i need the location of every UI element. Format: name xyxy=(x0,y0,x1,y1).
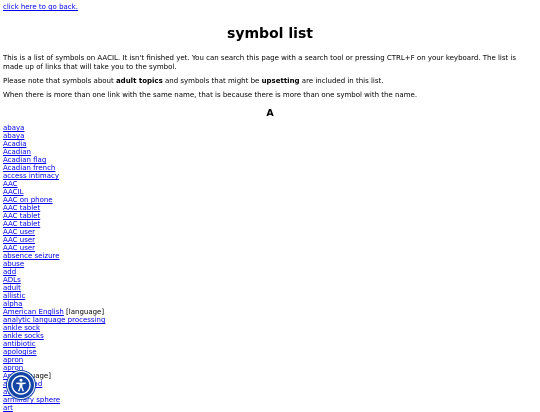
symbol-link[interactable]: antibiotic xyxy=(3,340,36,348)
list-item: AAC tablet xyxy=(3,212,537,220)
symbol-link[interactable]: adult xyxy=(3,284,21,292)
symbol-link[interactable]: AAC tablet xyxy=(3,212,40,220)
symbol-link[interactable]: AAC user xyxy=(3,244,35,252)
accessibility-person-icon xyxy=(11,375,31,395)
symbol-link[interactable]: AAC on phone xyxy=(3,196,53,204)
list-item: Acadian xyxy=(3,148,537,156)
symbol-link[interactable]: AAC user xyxy=(3,236,35,244)
list-item: AAC xyxy=(3,180,537,188)
symbol-list: abaya abaya Acadia Acadian Acadian flag Acadi… xyxy=(3,124,537,412)
symbol-link[interactable]: AAC tablet xyxy=(3,204,40,212)
symbol-link[interactable]: AAC tablet xyxy=(3,220,40,228)
list-item: allistic xyxy=(3,292,537,300)
symbol-link[interactable]: alpha xyxy=(3,300,22,308)
list-item: a…nce pad xyxy=(3,380,537,388)
notice-adult-topics: adult topics xyxy=(115,77,163,85)
list-item: abaya xyxy=(3,124,537,132)
list-item: apron xyxy=(3,364,537,372)
list-item: ankle socks xyxy=(3,332,537,340)
list-item: AACIL xyxy=(3,188,537,196)
list-item: abaya xyxy=(3,132,537,140)
list-item: analytic language processing xyxy=(3,316,537,324)
list-item: ankle sock xyxy=(3,324,537,332)
list-item: armillary sphere xyxy=(3,396,537,404)
symbol-link[interactable]: abaya xyxy=(3,132,24,140)
intro-paragraph: This is a list of symbols on AACIL. It i… xyxy=(3,54,517,71)
symbol-link[interactable]: Acadian flag xyxy=(3,156,46,164)
symbol-link[interactable]: AAC xyxy=(3,180,18,188)
symbol-link[interactable]: Acadian xyxy=(3,148,31,156)
list-item: AAC user xyxy=(3,228,537,236)
list-item: Acadian flag xyxy=(3,156,537,164)
list-item: antibiotic xyxy=(3,340,537,348)
list-item: alpha xyxy=(3,300,537,308)
notice-text-end: are included in this list. xyxy=(299,77,384,85)
go-back-link[interactable]: click here to go back. xyxy=(3,3,537,11)
notice-upsetting: upsetting xyxy=(261,77,300,85)
accessibility-widget-button[interactable] xyxy=(7,371,35,399)
list-item: Ar [language] xyxy=(3,372,537,380)
list-item: abuse xyxy=(3,260,537,268)
symbol-link[interactable]: American English xyxy=(3,308,64,316)
list-item: adult xyxy=(3,284,537,292)
symbol-link[interactable]: ADLs xyxy=(3,276,21,284)
content-notice: Please note that symbols about adult top… xyxy=(3,77,537,86)
symbol-link[interactable]: absence seizure xyxy=(3,252,60,260)
symbol-link[interactable]: apologise xyxy=(3,348,37,356)
symbol-link[interactable]: ankle sock xyxy=(3,324,40,332)
notice-text-start: Please note that symbols about xyxy=(3,77,116,85)
list-item: AAC tablet xyxy=(3,220,537,228)
list-item: absence seizure xyxy=(3,252,537,260)
symbol-link[interactable]: abuse xyxy=(3,260,24,268)
list-item: add xyxy=(3,268,537,276)
list-item: art xyxy=(3,404,537,412)
symbol-link[interactable]: art xyxy=(3,404,13,412)
list-item: access intimacy xyxy=(3,172,537,180)
symbol-link[interactable]: abaya xyxy=(3,124,24,132)
symbol-link[interactable]: apron xyxy=(3,356,23,364)
page-content: click here to go back. symbol list This … xyxy=(0,0,540,412)
list-item: Acadia xyxy=(3,140,537,148)
list-item: apron xyxy=(3,356,537,364)
duplicate-note: When there is more than one link with th… xyxy=(3,90,418,99)
list-item: Acadian french xyxy=(3,164,537,172)
symbol-link[interactable]: analytic language processing xyxy=(3,316,105,324)
symbol-link[interactable]: add xyxy=(3,268,16,276)
list-item: AAC on phone xyxy=(3,196,537,204)
notice-text-middle: and symbols that might be xyxy=(162,77,262,85)
symbol-link[interactable]: Acadian french xyxy=(3,164,55,172)
list-item: AAC user xyxy=(3,236,537,244)
list-item: apologise xyxy=(3,348,537,356)
list-item: a…s xyxy=(3,388,537,396)
symbol-note: [language] xyxy=(66,308,105,316)
list-item: AAC user xyxy=(3,244,537,252)
page-title: symbol list xyxy=(227,26,313,42)
symbol-link[interactable]: allistic xyxy=(3,292,25,300)
symbol-link[interactable]: AACIL xyxy=(3,188,24,196)
symbol-link[interactable]: AAC user xyxy=(3,228,35,236)
symbol-link[interactable]: access intimacy xyxy=(3,172,59,180)
symbol-link[interactable]: ankle socks xyxy=(3,332,44,340)
symbol-link[interactable]: Acadia xyxy=(3,140,26,148)
section-heading-a: A xyxy=(266,108,274,119)
list-item: American English [language] xyxy=(3,308,537,316)
list-item: ADLs xyxy=(3,276,537,284)
list-item: AAC tablet xyxy=(3,204,537,212)
